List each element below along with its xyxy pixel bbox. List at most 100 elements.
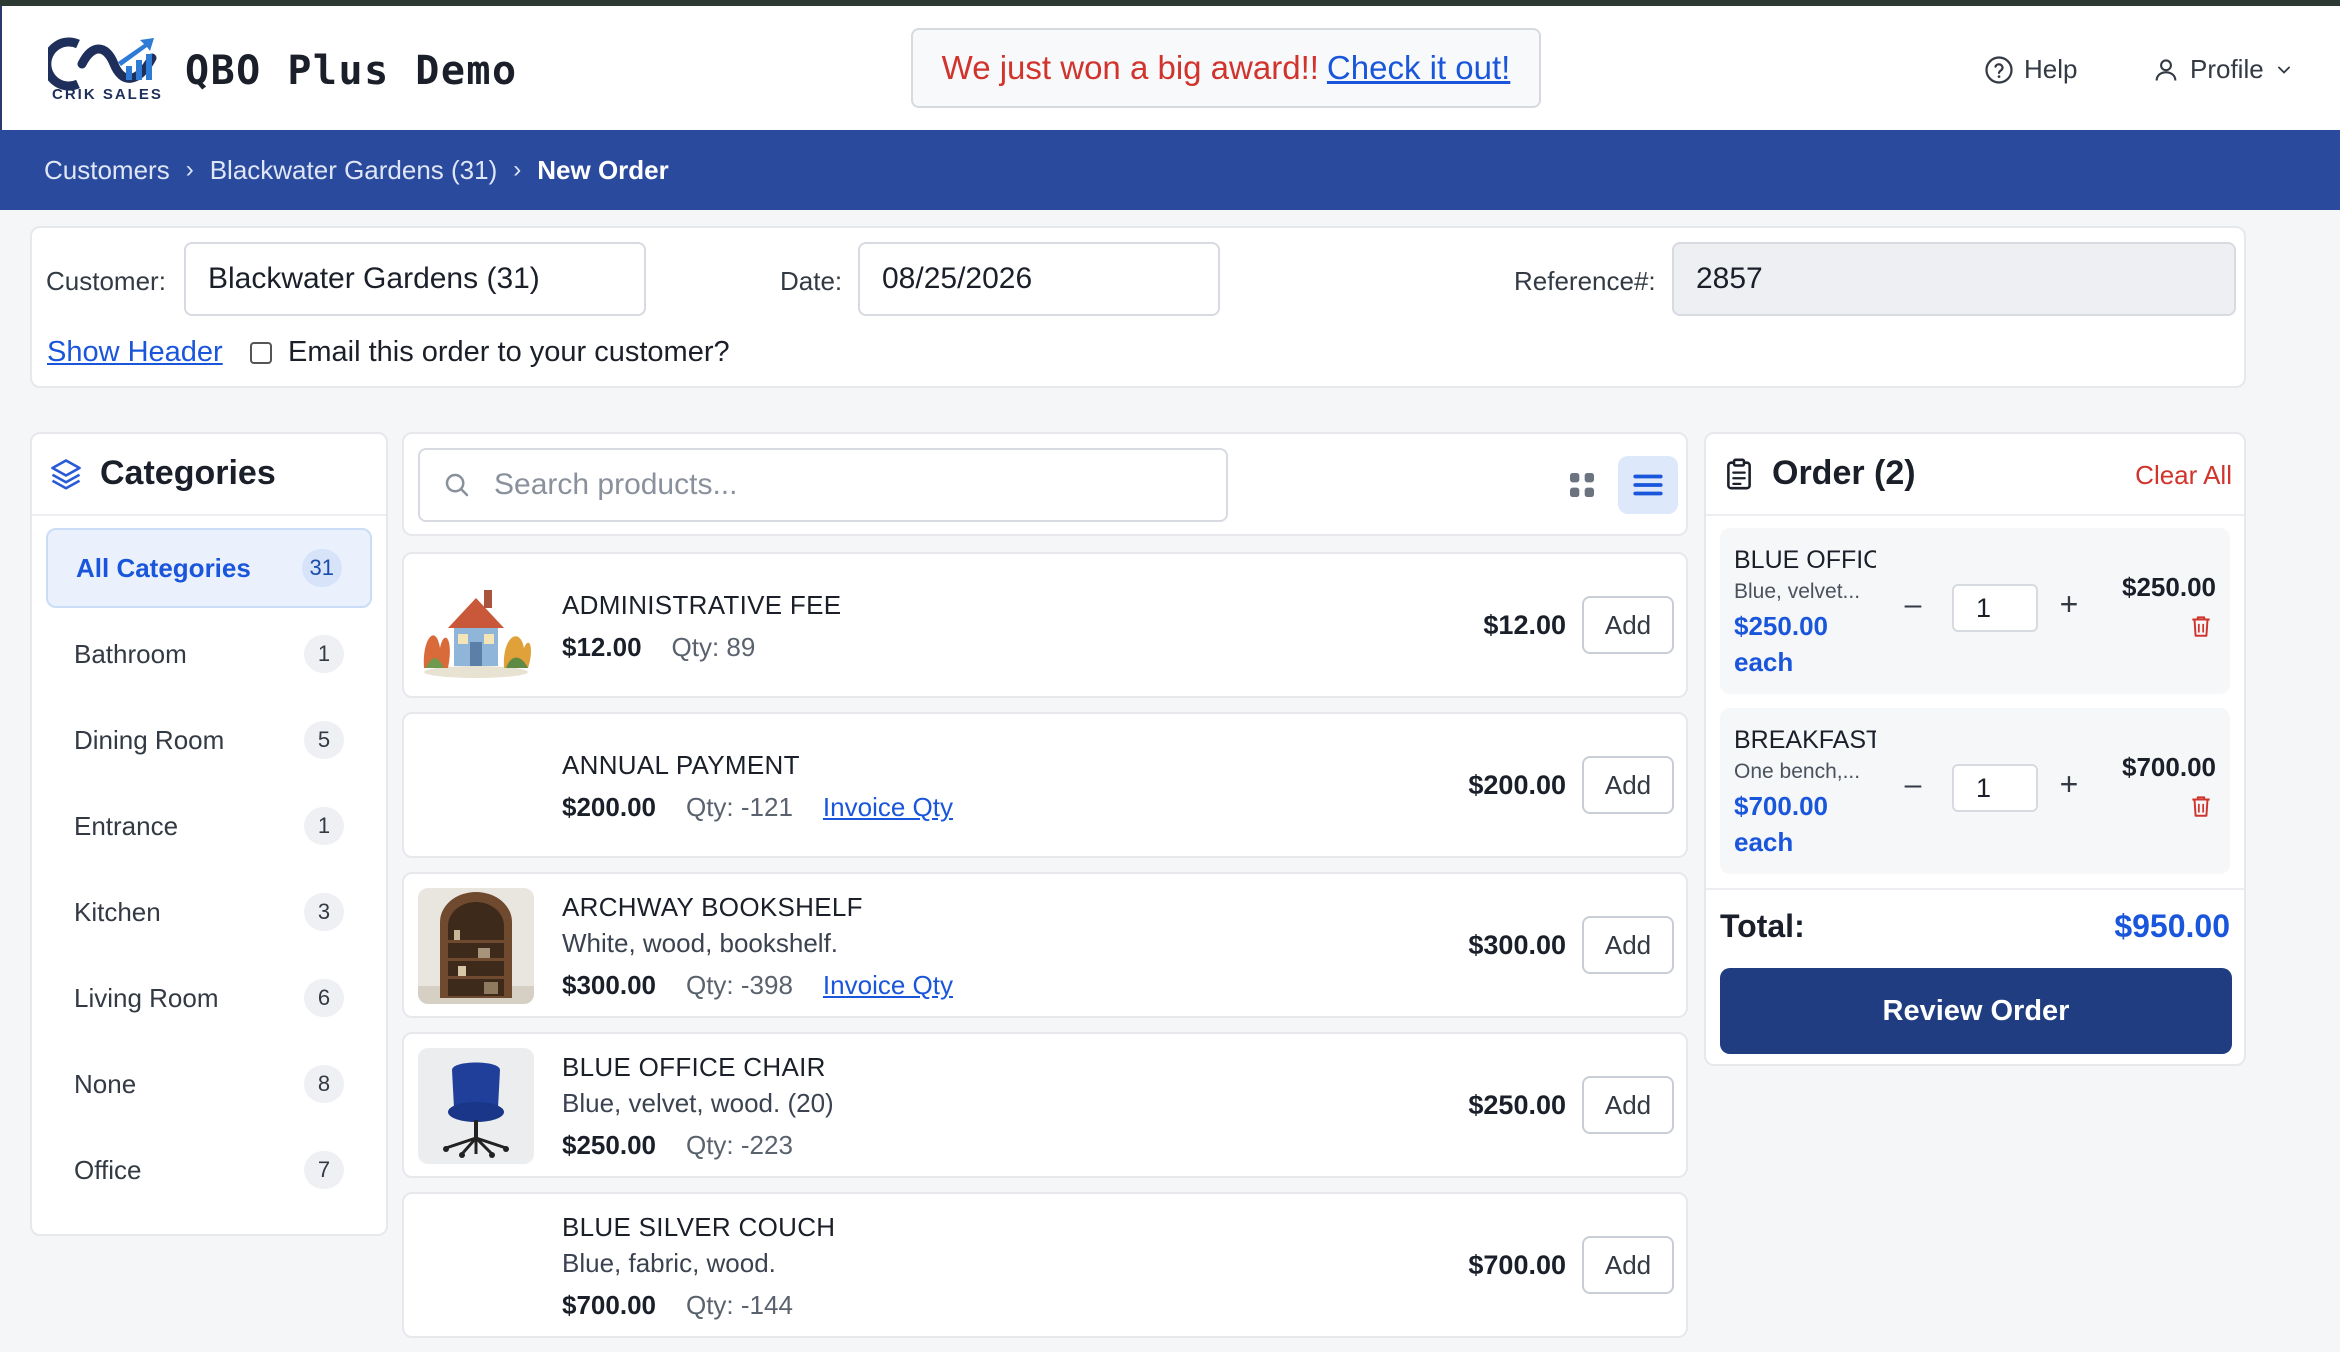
category-none[interactable]: None 8 (46, 1044, 372, 1124)
search-input[interactable]: Search products... (418, 448, 1228, 522)
remove-item-button[interactable] (2188, 792, 2214, 825)
breadcrumb-customers[interactable]: Customers (44, 155, 170, 186)
decrease-qty-button[interactable]: – (1898, 588, 1928, 622)
decrease-qty-button[interactable]: – (1898, 768, 1928, 802)
order-panel: Order (2) Clear All BLUE OFFICE CHAIR Bl… (1704, 432, 2246, 1066)
quantity-input[interactable]: 1 (1952, 764, 2038, 812)
add-button[interactable]: Add (1582, 916, 1674, 974)
product-qty: Qty: -121 (685, 792, 793, 822)
categories-heading: Categories (48, 454, 276, 493)
remove-item-button[interactable] (2188, 612, 2214, 645)
invoice-qty-link[interactable]: Invoice Qty (823, 792, 953, 823)
order-item-total: $250.00 (2122, 572, 2216, 602)
product-image (418, 1208, 534, 1324)
order-item-unit-price: $250.00 each (1734, 608, 1854, 680)
product-meta: $250.00 Qty: -223 (562, 1130, 793, 1161)
product-price: $200.00 (562, 792, 656, 822)
unit-label: each (1734, 827, 1794, 857)
layers-icon (51, 458, 81, 490)
order-item-unit-price: $700.00 each (1734, 788, 1854, 860)
breadcrumb-separator: › (185, 156, 194, 183)
help-button[interactable]: Help (1984, 54, 2077, 85)
house-illustration-icon (418, 568, 534, 684)
product-meta: $700.00 Qty: -144 (562, 1290, 793, 1321)
help-circle-icon (1985, 55, 2013, 84)
add-button[interactable]: Add (1582, 1236, 1674, 1294)
category-office[interactable]: Office 7 (46, 1130, 372, 1210)
category-label: All Categories (76, 552, 251, 583)
add-button[interactable]: Add (1582, 756, 1674, 814)
profile-menu[interactable]: Profile (2152, 54, 2294, 85)
order-item-total: $700.00 (2122, 752, 2216, 782)
category-count: 1 (304, 635, 344, 673)
clear-all-button[interactable]: Clear All (2135, 460, 2232, 491)
order-item-description: One bench,... (1734, 760, 1861, 783)
category-count: 7 (304, 1151, 344, 1189)
quantity-input[interactable]: 1 (1952, 584, 2038, 632)
breadcrumb-customer[interactable]: Blackwater Gardens (31) (210, 155, 498, 186)
category-label: Dining Room (74, 724, 225, 755)
product-name: BLUE SILVER COUCH (562, 1212, 836, 1242)
product-image (418, 1048, 534, 1164)
list-view-button[interactable] (1618, 456, 1678, 514)
award-text: We just won a big award!! (941, 49, 1319, 86)
category-count: 31 (301, 549, 342, 587)
product-row: ANNUAL PAYMENT $200.00 Qty: -121 Invoice… (402, 712, 1688, 858)
category-label: Office (74, 1154, 142, 1185)
category-count: 8 (304, 1065, 344, 1103)
category-all[interactable]: All Categories 31 (46, 528, 372, 608)
product-image (418, 888, 534, 1004)
review-order-button[interactable]: Review Order (1720, 968, 2232, 1054)
trash-icon (2192, 616, 2210, 637)
reference-label: Reference#: (1514, 266, 1656, 296)
award-link[interactable]: Check it out! (1327, 49, 1510, 87)
product-price: $250.00 (562, 1130, 656, 1160)
divider (1706, 888, 2244, 890)
product-price-right: $700.00 (1468, 1250, 1566, 1280)
date-field[interactable]: 08/25/2026 (858, 242, 1220, 316)
grid-view-button[interactable] (1552, 456, 1612, 514)
product-name: ARCHWAY BOOKSHELF (562, 892, 863, 922)
order-title: Order (2) (1772, 454, 1916, 492)
category-label: Entrance (74, 810, 179, 841)
unit-price: $250.00 (1734, 611, 1828, 641)
product-price-right: $200.00 (1468, 770, 1566, 800)
increase-qty-button[interactable]: + (2054, 586, 2084, 623)
category-kitchen[interactable]: Kitchen 3 (46, 872, 372, 952)
add-button[interactable]: Add (1582, 1076, 1674, 1134)
app-header: CRIK SALES QBO Plus Demo We just won a b… (0, 6, 2340, 130)
category-dining-room[interactable]: Dining Room 5 (46, 700, 372, 780)
divider (32, 514, 386, 516)
product-qty: Qty: -398 (685, 970, 793, 1000)
add-button[interactable]: Add (1582, 596, 1674, 654)
email-checkbox[interactable] (250, 342, 272, 364)
order-header-card: Customer: Blackwater Gardens (31) Date: … (30, 226, 2246, 388)
show-header-link[interactable]: Show Header (47, 336, 223, 369)
categories-panel: Categories All Categories 31 Bathroom 1 … (30, 432, 388, 1236)
category-count: 6 (304, 979, 344, 1017)
clipboard-icon (1727, 458, 1751, 489)
award-banner: We just won a big award!! Check it out! (911, 28, 1541, 108)
invoice-qty-link[interactable]: Invoice Qty (823, 970, 953, 1001)
breadcrumb: Customers › Blackwater Gardens (31) › Ne… (0, 130, 2340, 210)
category-count: 5 (304, 721, 344, 759)
date-label: Date: (780, 266, 843, 296)
breadcrumb-separator: › (513, 156, 522, 183)
order-item-name: BLUE OFFICE CHAIR (1734, 546, 1876, 574)
product-description: White, wood, bookshelf. (562, 928, 839, 958)
product-name: BLUE OFFICE CHAIR (562, 1052, 826, 1082)
category-bathroom[interactable]: Bathroom 1 (46, 614, 372, 694)
product-qty: Qty: 89 (671, 632, 756, 662)
product-price: $12.00 (562, 632, 642, 662)
category-label: Bathroom (74, 638, 187, 669)
order-item: BREAKFAST One bench,... $700.00 each – 1… (1720, 708, 2230, 874)
category-entrance[interactable]: Entrance 1 (46, 786, 372, 866)
customer-field[interactable]: Blackwater Gardens (31) (184, 242, 646, 316)
user-icon (2155, 58, 2177, 81)
product-price-right: $300.00 (1468, 930, 1566, 960)
category-living-room[interactable]: Living Room 6 (46, 958, 372, 1038)
bookshelf-image-icon (418, 888, 534, 1004)
reference-field[interactable]: 2857 (1672, 242, 2236, 316)
increase-qty-button[interactable]: + (2054, 766, 2084, 803)
product-qty: Qty: -223 (685, 1130, 793, 1160)
